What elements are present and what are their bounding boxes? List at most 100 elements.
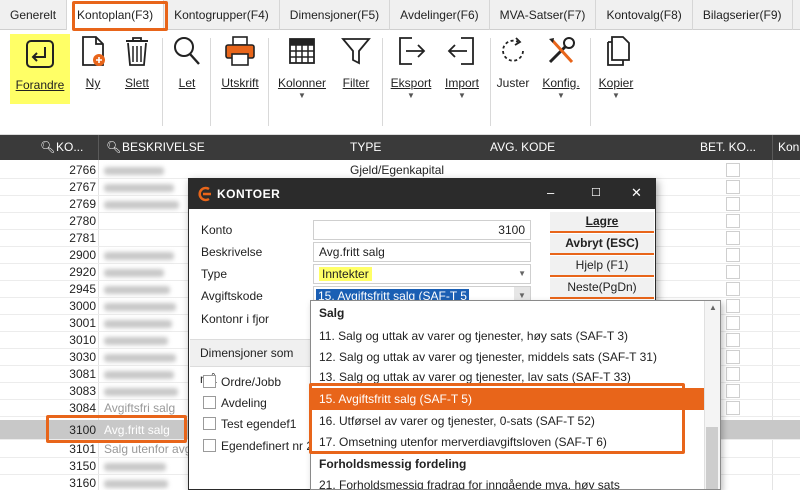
dropdown-option-selected[interactable]: 15. Avgiftsfritt salg (SAF-T 5) <box>311 388 705 410</box>
table-row[interactable]: 2766 Gjeld/Egenkapital <box>0 162 800 179</box>
col-header-beskrivelse[interactable]: BESKRIVELSE <box>122 135 205 160</box>
blurred-description <box>104 303 176 311</box>
row-checkbox[interactable] <box>726 282 740 296</box>
row-checkbox[interactable] <box>726 248 740 262</box>
import-button[interactable]: Import ▼ <box>440 34 484 104</box>
dropdown-option[interactable]: 11. Salg og uttak av varer og tjenester,… <box>311 325 705 347</box>
utskrift-button[interactable]: Utskrift <box>218 34 262 104</box>
tab-dimensjoner[interactable]: Dimensjoner(F5) <box>280 0 391 30</box>
konto-label: Konto <box>201 223 233 237</box>
col-header-type[interactable]: TYPE <box>350 135 381 160</box>
row-checkbox[interactable] <box>726 316 740 330</box>
konfig-button[interactable]: Konfig. ▼ <box>538 34 584 104</box>
dropdown-option[interactable]: 17. Omsetning utenfor merverdiavgiftslov… <box>311 431 705 453</box>
row-checkbox[interactable] <box>726 214 740 228</box>
col-header-konto[interactable]: KO... <box>56 135 83 160</box>
konto-cell: 2780 <box>69 214 96 228</box>
egendefinert-nr2-label: Egendefinert nr 2 <box>221 439 314 453</box>
toolbar-ribbon: Forandre Ny Slett Let Utskrift Kolonner … <box>0 30 800 135</box>
dropdown-option[interactable]: 21. Forholdsmessig fradrag for inngående… <box>311 474 705 489</box>
dialog-titlebar[interactable]: KONTOER – ☐ ✕ <box>189 179 655 209</box>
dropdown-option[interactable]: 12. Salg og uttak av varer og tjenester,… <box>311 346 705 368</box>
kopier-button[interactable]: Kopier ▼ <box>596 34 636 104</box>
tab-generelt[interactable]: Generelt <box>0 0 68 30</box>
konto-cell: 2781 <box>69 231 96 245</box>
row-checkbox[interactable] <box>726 350 740 364</box>
konto-cell: 2769 <box>69 197 96 211</box>
scrollbar-thumb[interactable] <box>706 427 718 489</box>
dropdown-scrollbar[interactable]: ▲ <box>704 301 720 489</box>
row-checkbox[interactable] <box>726 163 740 177</box>
chevron-down-icon: ▼ <box>458 91 466 100</box>
dropdown-option[interactable]: 13. Salg og uttak av varer og tjenester,… <box>311 367 705 383</box>
chevron-down-icon: ▼ <box>518 269 526 278</box>
copy-icon <box>607 36 630 66</box>
filter-button[interactable]: Filter <box>336 34 376 104</box>
konfig-label: Konfig. <box>542 76 580 90</box>
row-checkbox[interactable] <box>726 299 740 313</box>
konto-cell: 2900 <box>69 248 96 262</box>
grid-header: 🔍︎ KO... 🔍︎ BESKRIVELSE TYPE AVG. KODE B… <box>0 135 800 160</box>
blurred-description <box>104 184 174 192</box>
col-header-betko[interactable]: BET. KO... <box>700 135 756 160</box>
app-logo-icon <box>198 186 211 202</box>
tab-bilagserier[interactable]: Bilagserier(F9) <box>693 0 793 30</box>
kolonner-button[interactable]: Kolonner ▼ <box>276 34 328 104</box>
tab-mva-satser[interactable]: MVA-Satser(F7) <box>490 0 597 30</box>
columns-grid-icon <box>289 38 315 64</box>
description-cell: Avgiftsfri salg <box>104 401 176 415</box>
forandre-button[interactable]: Forandre <box>10 34 70 104</box>
konto-cell: 3083 <box>69 384 96 398</box>
hjelp-button[interactable]: Hjelp (F1) <box>550 256 654 277</box>
tab-kontoplan[interactable]: Kontoplan(F3) <box>67 0 165 30</box>
refresh-icon <box>502 37 524 62</box>
row-checkbox[interactable] <box>726 401 740 415</box>
konto-cell: 3000 <box>69 299 96 313</box>
row-checkbox[interactable] <box>726 197 740 211</box>
row-checkbox[interactable] <box>726 180 740 194</box>
tab-kontogrupper[interactable]: Kontogrupper(F4) <box>164 0 280 30</box>
let-button[interactable]: Let <box>170 34 204 104</box>
chevron-down-icon: ▼ <box>557 91 565 100</box>
import-icon <box>447 37 474 65</box>
scroll-up-icon[interactable]: ▲ <box>709 303 717 312</box>
row-checkbox[interactable] <box>726 367 740 381</box>
row-checkbox[interactable] <box>726 231 740 245</box>
ribbon-separator <box>490 38 491 126</box>
type-select[interactable]: Inntekter ▼ <box>313 264 531 284</box>
neste-button[interactable]: Neste(PgDn) <box>550 278 654 299</box>
blurred-description <box>104 463 166 471</box>
lagre-button[interactable]: Lagre <box>550 212 654 233</box>
utskrift-label: Utskrift <box>221 76 259 90</box>
test-egendef1-checkbox[interactable] <box>203 417 216 430</box>
row-checkbox[interactable] <box>726 265 740 279</box>
blurred-description <box>104 480 168 488</box>
col-header-avgkode[interactable]: AVG. KODE <box>490 135 555 160</box>
avbryt-button[interactable]: Avbryt (ESC) <box>550 234 654 255</box>
ordre-jobb-checkbox[interactable] <box>203 375 216 388</box>
avdeling-label: Avdeling <box>221 396 267 410</box>
maximize-icon[interactable]: ☐ <box>591 186 601 199</box>
ribbon-separator <box>590 38 591 126</box>
col-header-kon[interactable]: Kon <box>778 135 799 160</box>
tab-kontovalg[interactable]: Kontovalg(F8) <box>596 0 693 30</box>
row-checkbox[interactable] <box>726 333 740 347</box>
konto-input[interactable]: 3100 <box>313 220 531 240</box>
tab-avdelinger[interactable]: Avdelinger(F6) <box>390 0 490 30</box>
dropdown-option[interactable]: 16. Utførsel av varer og tjenester, 0-sa… <box>311 410 705 432</box>
egendefinert-nr2-checkbox[interactable] <box>203 439 216 452</box>
beskrivelse-input[interactable]: Avg.fritt salg <box>313 242 531 262</box>
eksport-button[interactable]: Eksport ▼ <box>388 34 434 104</box>
kopier-label: Kopier <box>598 76 634 90</box>
slett-button[interactable]: Slett <box>119 34 155 104</box>
row-checkbox[interactable] <box>726 384 740 398</box>
printer-icon <box>225 36 255 66</box>
tools-icon <box>548 37 575 64</box>
minimize-icon[interactable]: – <box>547 185 554 200</box>
ny-button[interactable]: Ny <box>76 34 110 104</box>
kolonner-label: Kolonner <box>277 76 327 90</box>
juster-button[interactable]: Juster <box>494 34 532 104</box>
close-icon[interactable]: ✕ <box>631 185 642 201</box>
juster-label: Juster <box>496 76 530 90</box>
avdeling-checkbox[interactable] <box>203 396 216 409</box>
